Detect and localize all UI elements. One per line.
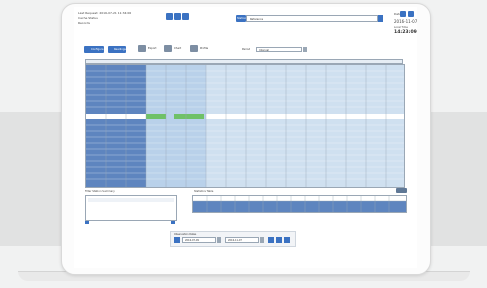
data-grid[interactable] <box>85 64 405 188</box>
chart-label: Chart <box>174 47 182 50</box>
panel-left-arrow-icon[interactable] <box>85 221 89 224</box>
refresh-icon[interactable] <box>400 11 406 17</box>
left-panel-title: Filter Station Summary <box>85 190 115 193</box>
panel-right-arrow-icon[interactable] <box>171 221 175 224</box>
summary-header <box>88 198 174 202</box>
period-label: Period <box>242 48 251 51</box>
configure-button-label: Configure <box>91 48 104 51</box>
period-dropdown[interactable]: Interval <box>256 47 302 52</box>
period-chevron-icon[interactable] <box>303 47 307 52</box>
station-dropdown[interactable]: Reference <box>246 15 378 22</box>
prev-range-icon[interactable] <box>276 237 282 243</box>
date-range-title: Observation Dates <box>174 232 197 236</box>
profile-label: Profile <box>200 47 209 50</box>
time-value: 14:23:09 <box>394 30 417 35</box>
profile-icon[interactable] <box>190 45 198 52</box>
nav-prev-button[interactable] <box>174 13 181 20</box>
next-range-icon[interactable] <box>284 237 290 243</box>
statistics-table <box>192 195 407 213</box>
stats-export-button[interactable] <box>396 188 407 193</box>
nav-next-button[interactable] <box>182 13 189 20</box>
calendar-icon[interactable] <box>174 237 180 243</box>
cache-status-text: Cache Status <box>78 16 98 20</box>
export-label: Export <box>148 47 157 50</box>
date-range-box: Observation Dates 2016-07-09 2016-11-07 <box>170 231 296 247</box>
chart-icon[interactable] <box>164 45 172 52</box>
station-summary-panel <box>85 195 177 221</box>
readings-button-label: Readings <box>114 48 126 51</box>
date-to-dropdown-icon[interactable] <box>260 237 264 243</box>
chevron-down-icon[interactable] <box>378 15 383 22</box>
station-label: Station <box>237 17 247 20</box>
records-text: Records <box>78 21 90 25</box>
period-value: Interval <box>259 48 269 52</box>
search-icon[interactable] <box>268 237 274 243</box>
last-request-text: Last Request: 2016-07-21 11:34:06 <box>78 11 132 15</box>
readings-button[interactable]: Readings <box>108 46 126 53</box>
station-value: Reference <box>250 17 264 21</box>
right-panel-title: Statistics Table <box>194 190 214 193</box>
date-to-input[interactable]: 2016-11-07 <box>225 237 259 243</box>
grid-lines <box>86 65 404 187</box>
app-screen: Last Request: 2016-07-21 11:34:06 Cache … <box>74 7 417 268</box>
nav-first-button[interactable] <box>166 13 173 20</box>
stats-grid <box>193 196 406 212</box>
station-label-chip: Station <box>236 15 246 22</box>
date-to-value: 2016-11-07 <box>228 239 242 242</box>
settings-icon[interactable] <box>408 11 414 17</box>
time-label: Local Time <box>394 26 408 29</box>
date-from-input[interactable]: 2016-07-09 <box>182 237 216 243</box>
date-from-dropdown-icon[interactable] <box>217 237 221 243</box>
date-from-value: 2016-07-09 <box>185 239 199 242</box>
date-value: 2016-11-07 <box>394 19 417 24</box>
configure-button[interactable]: Configure <box>84 46 104 53</box>
export-icon[interactable] <box>138 45 146 52</box>
